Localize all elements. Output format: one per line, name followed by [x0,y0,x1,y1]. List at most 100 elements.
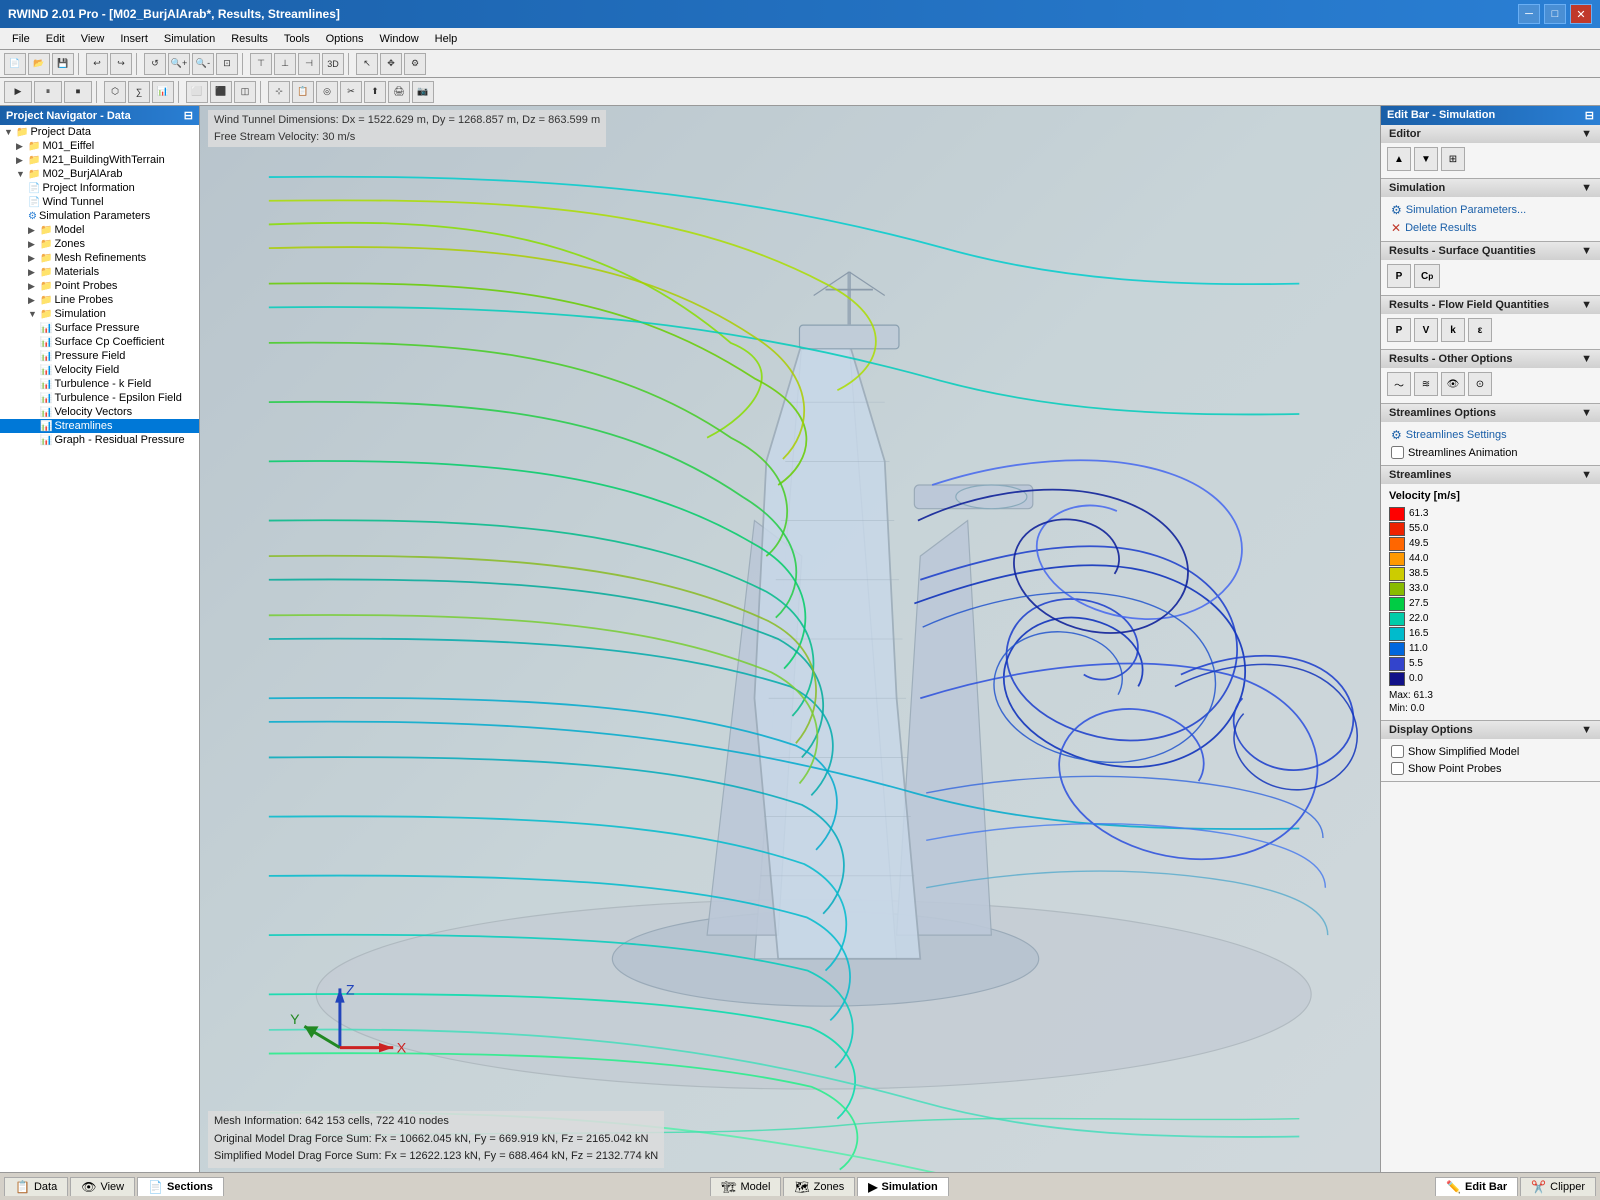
tree-m01-eiffel[interactable]: ▶ 📁 M01_Eiffel [0,139,199,153]
tb-move[interactable]: ✥ [380,53,402,75]
other-options-header[interactable]: Results - Other Options ▼ [1381,350,1600,368]
tab-data[interactable]: 📋 Data [4,1177,68,1196]
surface-quantities-collapse[interactable]: ▼ [1581,245,1592,257]
menu-help[interactable]: Help [427,31,466,47]
simulation-header[interactable]: Simulation ▼ [1381,179,1600,197]
tree-surface-pressure[interactable]: 📊 Surface Pressure [0,321,199,335]
simulation-collapse[interactable]: ▼ [1581,182,1592,194]
tb-axes[interactable]: ⊹ [268,81,290,103]
streamlines-legend-collapse[interactable]: ▼ [1581,469,1592,481]
tb-sim2[interactable]: ⏸ [34,81,62,103]
streamlines-legend-header[interactable]: Streamlines ▼ [1381,466,1600,484]
tb-view-top[interactable]: ⊤ [250,53,272,75]
sim-params-link[interactable]: ⚙ Simulation Parameters... [1387,201,1594,219]
tb-trans[interactable]: ◫ [234,81,256,103]
tb-save[interactable]: 💾 [52,53,74,75]
other-btn-streams2[interactable]: ≋ [1414,372,1438,396]
other-btn-eye2[interactable]: ⊙ [1468,372,1492,396]
flow-btn-p[interactable]: P [1387,318,1411,342]
flow-btn-k[interactable]: k [1441,318,1465,342]
streamlines-animation-check[interactable]: Streamlines Animation [1387,444,1594,461]
tree-project-data[interactable]: ▼ 📁 Project Data [0,125,199,139]
tb-probe[interactable]: ◎ [316,81,338,103]
tree-velocity-field[interactable]: 📊 Velocity Field [0,363,199,377]
other-btn-streams1[interactable]: 〜 [1387,372,1411,396]
tb-rotate[interactable]: ↺ [144,53,166,75]
expand-mesh[interactable]: ▶ [28,253,38,264]
tree-pressure-field[interactable]: 📊 Pressure Field [0,349,199,363]
tree-mesh-ref[interactable]: ▶ 📁 Mesh Refinements [0,251,199,265]
tree-zones[interactable]: ▶ 📁 Zones [0,237,199,251]
editor-btn-1[interactable]: ▲ [1387,147,1411,171]
tb-clip[interactable]: ✂ [340,81,362,103]
surface-quantities-header[interactable]: Results - Surface Quantities ▼ [1381,242,1600,260]
tree-sim-params[interactable]: ⚙ Simulation Parameters [0,209,199,223]
tab-sections[interactable]: 📄 Sections [137,1177,224,1196]
expand-project[interactable]: ▼ [4,127,14,137]
flow-btn-v[interactable]: V [1414,318,1438,342]
tree-simulation[interactable]: ▼ 📁 Simulation [0,307,199,321]
tb-export[interactable]: ⬆ [364,81,386,103]
show-point-probes-checkbox[interactable] [1391,762,1404,775]
tree-m21[interactable]: ▶ 📁 M21_BuildingWithTerrain [0,153,199,167]
menu-view[interactable]: View [73,31,113,47]
expand-m01[interactable]: ▶ [16,141,26,152]
tb-undo[interactable]: ↩ [86,53,108,75]
display-options-header[interactable]: Display Options ▼ [1381,721,1600,739]
tb-mesh[interactable]: ⬡ [104,81,126,103]
expand-materials[interactable]: ▶ [28,267,38,278]
tb-calc[interactable]: ∑ [128,81,150,103]
tb-post[interactable]: 📊 [152,81,174,103]
tab-zones[interactable]: 🗺 Zones [783,1177,855,1196]
streamlines-settings-link[interactable]: ⚙ Streamlines Settings [1387,426,1594,444]
viewport-canvas[interactable]: Z Y X [200,106,1380,1172]
streamlines-options-header[interactable]: Streamlines Options ▼ [1381,404,1600,422]
tree-wind-tunnel[interactable]: 📄 Wind Tunnel [0,195,199,209]
editor-btn-2[interactable]: ▼ [1414,147,1438,171]
tb-view-3d[interactable]: 3D [322,53,344,75]
menu-file[interactable]: File [4,31,38,47]
delete-results-link[interactable]: ✕ Delete Results [1387,219,1594,237]
tab-editbar[interactable]: ✏️ Edit Bar [1435,1177,1518,1196]
viewport[interactable]: Wind Tunnel Dimensions: Dx = 1522.629 m,… [200,106,1380,1172]
menu-tools[interactable]: Tools [276,31,318,47]
tb-wire[interactable]: ⬜ [186,81,208,103]
tb-zoom-in[interactable]: 🔍+ [168,53,190,75]
other-btn-eye1[interactable]: 👁 [1441,372,1465,396]
tree-m02[interactable]: ▼ 📁 M02_BurjAlArab [0,167,199,181]
tab-clipper[interactable]: ✂️ Clipper [1520,1177,1596,1196]
nav-controls[interactable]: ⊟ [184,109,193,122]
expand-zones[interactable]: ▶ [28,239,38,250]
display-options-collapse[interactable]: ▼ [1581,724,1592,736]
streamlines-animation-checkbox[interactable] [1391,446,1404,459]
show-point-probes-check[interactable]: Show Point Probes [1387,760,1594,777]
tb-fit[interactable]: ⊡ [216,53,238,75]
expand-model[interactable]: ▶ [28,225,38,236]
tb-print[interactable]: 🖨 [388,81,410,103]
menu-window[interactable]: Window [372,31,427,47]
tab-view[interactable]: 👁 View [70,1177,135,1196]
maximize-button[interactable]: □ [1544,4,1566,24]
streamlines-options-collapse[interactable]: ▼ [1581,407,1592,419]
tree-turbulence-eps[interactable]: 📊 Turbulence - Epsilon Field [0,391,199,405]
tree-project-info[interactable]: 📄 Project Information [0,181,199,195]
expand-sim[interactable]: ▼ [28,309,38,319]
tb-view-side[interactable]: ⊣ [298,53,320,75]
tb-redo[interactable]: ↪ [110,53,132,75]
tab-simulation[interactable]: ▶ Simulation [857,1177,948,1196]
tree-velocity-vectors[interactable]: 📊 Velocity Vectors [0,405,199,419]
surface-btn-cp[interactable]: Cp [1414,264,1440,288]
menu-edit[interactable]: Edit [38,31,73,47]
tb-view-front[interactable]: ⊥ [274,53,296,75]
editor-header[interactable]: Editor ▼ [1381,125,1600,143]
editor-btn-3[interactable]: ⊞ [1441,147,1465,171]
tb-select[interactable]: ↖ [356,53,378,75]
menu-simulation[interactable]: Simulation [156,31,223,47]
tb-zoom-out[interactable]: 🔍- [192,53,214,75]
show-simplified-checkbox[interactable] [1391,745,1404,758]
tb-new[interactable]: 📄 [4,53,26,75]
tree-surface-cp[interactable]: 📊 Surface Cp Coefficient [0,335,199,349]
close-button[interactable]: ✕ [1570,4,1592,24]
show-simplified-check[interactable]: Show Simplified Model [1387,743,1594,760]
menu-options[interactable]: Options [318,31,372,47]
